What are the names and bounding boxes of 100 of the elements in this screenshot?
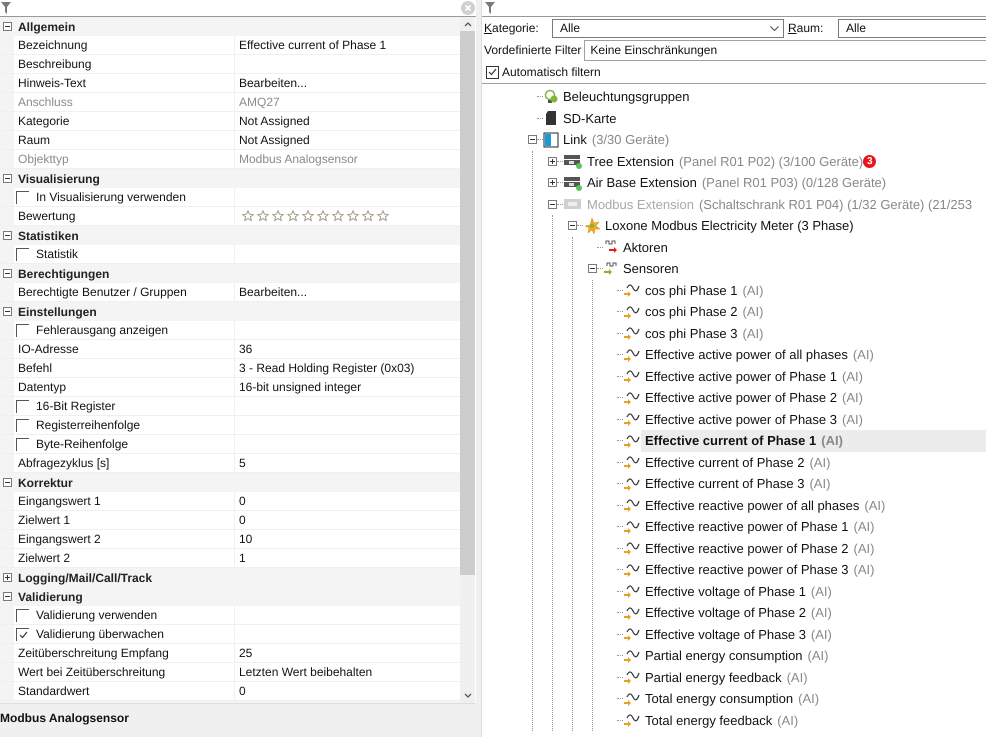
property-row[interactable]: Wert bei Zeitüberschreitung Letzten Wert beibehalten bbox=[0, 663, 460, 682]
property-row[interactable]: Validierung überwachen bbox=[0, 625, 460, 644]
item-detail: (AI) bbox=[777, 712, 798, 730]
property-label: Eingangswert 1 bbox=[18, 493, 101, 510]
tree-item[interactable]: Beleuchtungsgruppen bbox=[559, 86, 986, 108]
property-row[interactable]: Datentyp 16-bit unsigned integer bbox=[0, 378, 460, 397]
property-row[interactable]: IO-Adresse 36 bbox=[0, 340, 460, 359]
property-row[interactable]: Standardwert 0 bbox=[0, 682, 460, 701]
property-row[interactable]: Zielwert 2 1 bbox=[0, 549, 460, 568]
star-icon[interactable] bbox=[302, 210, 314, 222]
checkbox[interactable] bbox=[16, 400, 29, 412]
property-row[interactable]: Fehlerausgang anzeigen bbox=[0, 321, 460, 340]
star-icon[interactable] bbox=[272, 210, 284, 222]
scroll-down-icon[interactable] bbox=[464, 693, 472, 699]
star-icon[interactable] bbox=[377, 210, 389, 222]
item-label: Effective active power of all phases bbox=[645, 346, 848, 364]
property-row[interactable]: Zeitüberschreitung Empfang 25 bbox=[0, 644, 460, 663]
property-value[interactable]: Bearbeiten... bbox=[235, 283, 308, 301]
property-value[interactable]: 0 bbox=[235, 492, 246, 510]
star-icon[interactable] bbox=[347, 210, 359, 222]
collapse-icon[interactable] bbox=[2, 307, 12, 316]
item-label: Total energy consumption bbox=[645, 690, 794, 708]
property-row[interactable]: Eingangswert 1 0 bbox=[0, 492, 460, 511]
property-row[interactable]: Kategorie Not Assigned bbox=[0, 112, 460, 131]
lightbulb-icon bbox=[543, 88, 559, 105]
checkbox[interactable] bbox=[16, 608, 29, 622]
property-value[interactable]: 1 bbox=[235, 549, 246, 567]
scroll-up-icon[interactable] bbox=[464, 21, 472, 27]
property-row[interactable]: Bewertung bbox=[0, 207, 460, 226]
property-row[interactable]: Berechtigte Benutzer / Gruppen Bearbeiten... bbox=[0, 283, 460, 302]
item-detail: (AI) bbox=[864, 496, 886, 515]
property-row[interactable]: Befehl 3 - Read Holding Register (0x03) bbox=[0, 359, 460, 378]
property-value[interactable]: Letzten Wert beibehalten bbox=[235, 663, 372, 681]
collapse-icon[interactable] bbox=[528, 135, 537, 144]
expand-icon[interactable] bbox=[548, 156, 557, 166]
property-value[interactable]: 10 bbox=[235, 530, 252, 548]
item-detail: (AI) bbox=[810, 582, 832, 601]
property-row[interactable]: Zielwert 1 0 bbox=[0, 511, 460, 530]
predefined-filter-field[interactable]: Keine Einschränkungen bbox=[584, 40, 986, 60]
checkbox[interactable] bbox=[16, 438, 29, 450]
property-label: Berechtigte Benutzer / Gruppen bbox=[18, 284, 187, 301]
collapse-icon[interactable] bbox=[2, 269, 12, 278]
property-row[interactable]: Abfragezyklus [s] 5 bbox=[0, 454, 460, 473]
tree-item[interactable]: Air Base Extension (Panel R01 P03) (0/128 Geräte) bbox=[583, 172, 986, 194]
analog-input-icon bbox=[623, 518, 641, 535]
item-label: Effective reactive power of all phases bbox=[645, 496, 860, 515]
scrollbar[interactable] bbox=[460, 17, 475, 703]
property-row[interactable]: Validierung verwenden bbox=[0, 606, 460, 625]
property-value[interactable]: 36 bbox=[235, 340, 252, 358]
collapse-icon[interactable] bbox=[2, 592, 12, 601]
property-row[interactable]: Bezeichnung Effective current of Phase 1 bbox=[0, 36, 460, 55]
property-label: Bewertung bbox=[18, 208, 76, 225]
property-value[interactable]: 0 bbox=[235, 682, 246, 700]
property-value[interactable]: Effective current of Phase 1 bbox=[235, 36, 386, 54]
star-icon[interactable] bbox=[242, 210, 254, 222]
property-value[interactable]: Not Assigned bbox=[235, 131, 310, 149]
item-detail: (AI) bbox=[854, 561, 874, 579]
checkbox[interactable] bbox=[486, 66, 499, 78]
collapse-icon[interactable] bbox=[2, 478, 12, 487]
property-row[interactable]: Statistik bbox=[0, 245, 460, 264]
property-value[interactable]: Bearbeiten... bbox=[235, 74, 308, 92]
analog-input-icon bbox=[623, 712, 641, 728]
expand-icon[interactable] bbox=[548, 178, 557, 188]
property-value[interactable]: Not Assigned bbox=[235, 112, 310, 130]
item-label: Effective reactive power of Phase 2 bbox=[645, 540, 849, 558]
checkbox[interactable] bbox=[16, 190, 29, 204]
property-value[interactable]: 5 bbox=[235, 454, 246, 472]
property-row[interactable]: Raum Not Assigned bbox=[0, 131, 460, 150]
star-icon[interactable] bbox=[362, 210, 374, 222]
property-row[interactable]: Registerreihenfolge bbox=[0, 416, 460, 435]
property-row[interactable]: Hinweis-Text Bearbeiten... bbox=[0, 74, 460, 93]
tree-item[interactable]: SD-Karte bbox=[559, 108, 986, 129]
property-value[interactable]: 0 bbox=[235, 511, 246, 529]
property-value[interactable]: 16-bit unsigned integer bbox=[235, 378, 362, 396]
collapse-icon[interactable] bbox=[2, 22, 12, 31]
collapse-icon[interactable] bbox=[2, 174, 12, 183]
item-detail: (AI) bbox=[842, 368, 863, 386]
expand-icon[interactable] bbox=[2, 573, 12, 582]
checkbox[interactable] bbox=[16, 418, 29, 432]
star-icon[interactable] bbox=[257, 210, 269, 222]
item-label: Effective voltage of Phase 2 bbox=[645, 604, 806, 622]
property-row[interactable]: Byte-Reihenfolge bbox=[0, 435, 460, 454]
tree-item[interactable]: Link (3/30 Geräte) bbox=[559, 129, 986, 150]
star-icon[interactable] bbox=[287, 210, 299, 222]
checkbox[interactable] bbox=[16, 324, 29, 336]
checkbox[interactable] bbox=[16, 248, 29, 260]
star-icon[interactable] bbox=[317, 210, 329, 222]
property-row[interactable]: 16-Bit Register bbox=[0, 397, 460, 416]
property-value[interactable]: 3 - Read Holding Register (0x03) bbox=[235, 359, 414, 377]
checkbox[interactable] bbox=[16, 628, 29, 640]
property-row[interactable]: Beschreibung bbox=[0, 55, 460, 74]
tree-item[interactable]: Tree Extension (Panel R01 P02) (3/100 Geräte) 3 bbox=[583, 150, 986, 172]
collapse-icon[interactable] bbox=[2, 231, 12, 240]
star-icon[interactable] bbox=[332, 210, 344, 222]
category-dropdown[interactable]: Alle bbox=[552, 18, 784, 38]
scroll-thumb[interactable] bbox=[460, 31, 475, 575]
property-row[interactable]: In Visualisierung verwenden bbox=[0, 188, 460, 207]
property-value[interactable]: 25 bbox=[235, 644, 252, 662]
room-dropdown[interactable]: Alle bbox=[838, 18, 986, 38]
property-row[interactable]: Eingangswert 2 10 bbox=[0, 530, 460, 549]
